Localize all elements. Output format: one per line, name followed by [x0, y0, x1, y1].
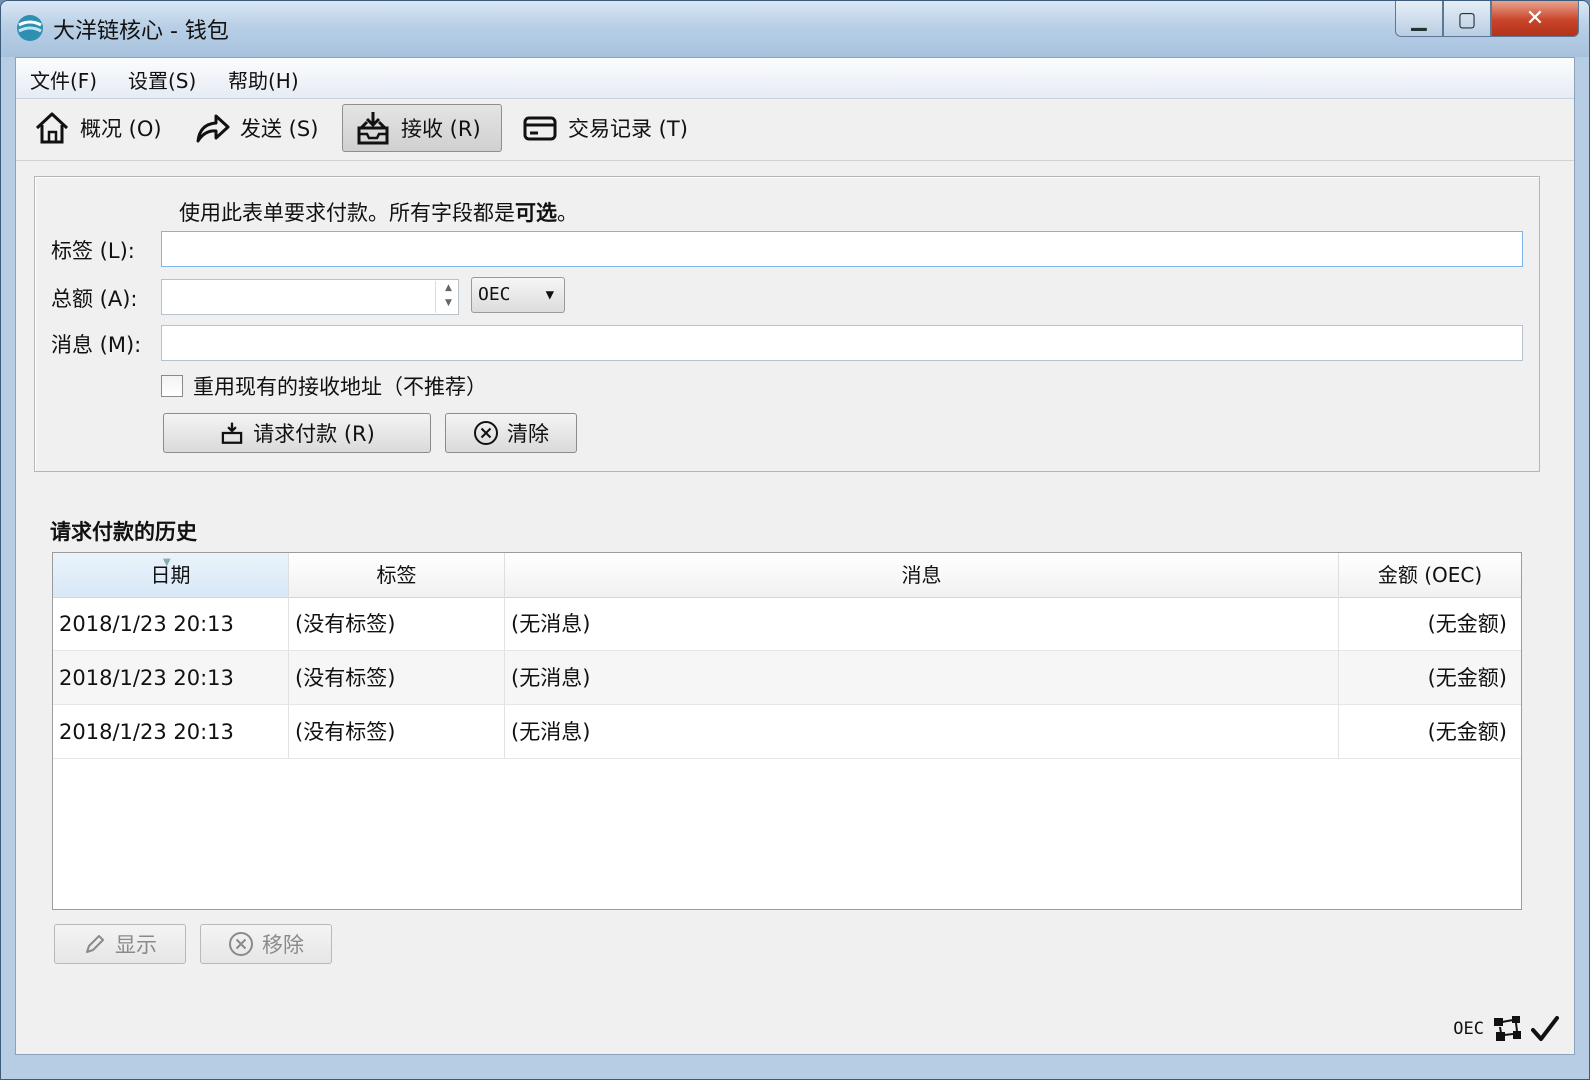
table-row[interactable]: 2018/1/23 20:13 (没有标签) (无消息) (无金额): [53, 597, 1521, 651]
column-label[interactable]: 标签: [289, 553, 505, 597]
unit-select-value: OEC: [478, 284, 511, 305]
main-toolbar: 概况 (O) 发送 (S) 接收 (R) 交易记录 (T): [16, 98, 1574, 161]
client-area: 文件(F) 设置(S) 帮助(H) 概况 (O) 发送 (S) 接收 (R) 交…: [15, 57, 1575, 1055]
tab-receive[interactable]: 接收 (R): [342, 104, 502, 152]
network-connections-icon[interactable]: [1492, 1014, 1524, 1044]
show-button[interactable]: 显示: [54, 924, 186, 964]
menu-file[interactable]: 文件(F): [30, 65, 97, 94]
sort-indicator-icon: ▼: [163, 557, 171, 568]
tab-send[interactable]: 发送 (S): [182, 104, 328, 152]
clear-circle-x-icon: [474, 421, 498, 445]
message-input[interactable]: [161, 325, 1523, 361]
maximize-button[interactable]: ▢: [1443, 1, 1491, 37]
status-bar: OEC: [1453, 1014, 1560, 1044]
request-form: 使用此表单要求付款。所有字段都是可选。 标签 (L): 总额 (A): ▲ ▼ …: [34, 176, 1540, 472]
history-title: 请求付款的历史: [50, 520, 197, 544]
amount-input[interactable]: [161, 279, 459, 315]
window-title: 大洋链核心 - 钱包: [53, 19, 229, 44]
cell-date: 2018/1/23 20:13: [53, 705, 289, 759]
tab-receive-label: 接收 (R): [401, 117, 481, 141]
cell-amount: (无金额): [1427, 720, 1507, 744]
request-payment-button[interactable]: 请求付款 (R): [163, 413, 431, 453]
message-field-label: 消息 (M):: [51, 333, 142, 357]
cell-amount: (无金额): [1427, 612, 1507, 636]
cell-date: 2018/1/23 20:13: [53, 597, 289, 651]
menu-bar: 文件(F) 设置(S) 帮助(H): [16, 58, 1574, 99]
label-input[interactable]: [161, 231, 1523, 267]
label-field-label: 标签 (L):: [51, 239, 135, 263]
synced-check-icon[interactable]: [1530, 1014, 1560, 1044]
cell-label: (没有标签): [289, 705, 505, 759]
home-icon: [35, 112, 69, 144]
minimize-icon: ▁: [1411, 6, 1427, 31]
amount-field-label: 总额 (A):: [51, 287, 138, 311]
remove-button[interactable]: 移除: [200, 924, 332, 964]
send-arrow-icon: [196, 114, 230, 143]
title-bar[interactable]: 大洋链核心 - 钱包 ▁ ▢ ✕: [1, 1, 1589, 57]
reuse-address-label[interactable]: 重用现有的接收地址（不推荐）: [193, 371, 487, 401]
table-header: ▼ 日期 标签 消息 金额 (OEC): [53, 553, 1521, 598]
cell-message: (无消息): [505, 705, 1339, 759]
table-row[interactable]: 2018/1/23 20:13 (没有标签) (无消息) (无金额): [53, 651, 1521, 705]
amount-spinner[interactable]: ▲ ▼: [435, 281, 461, 313]
menu-help[interactable]: 帮助(H): [228, 65, 299, 94]
remove-circle-x-icon: [229, 932, 253, 956]
tab-overview[interactable]: 概况 (O): [22, 104, 172, 152]
spin-up-icon[interactable]: ▲: [436, 281, 461, 296]
clear-label: 清除: [507, 422, 549, 446]
receive-inbox-icon: [221, 422, 243, 444]
show-label: 显示: [115, 933, 157, 957]
transactions-card-icon: [523, 116, 557, 141]
cell-label: (没有标签): [289, 651, 505, 705]
tab-overview-label: 概况 (O): [80, 117, 162, 141]
cell-date: 2018/1/23 20:13: [53, 651, 289, 705]
clear-button[interactable]: 清除: [445, 413, 577, 453]
close-button[interactable]: ✕: [1491, 1, 1579, 37]
unit-select[interactable]: OEC ▼: [471, 277, 565, 313]
cell-label: (没有标签): [289, 597, 505, 651]
history-table: ▼ 日期 标签 消息 金额 (OEC) 2018/1/23 20:13 (没有标…: [52, 552, 1522, 910]
spin-down-icon[interactable]: ▼: [436, 296, 461, 311]
tab-transactions-label: 交易记录 (T): [568, 117, 688, 141]
cell-amount: (无金额): [1427, 666, 1507, 690]
app-window: 大洋链核心 - 钱包 ▁ ▢ ✕ 文件(F) 设置(S) 帮助(H) 概况 (O…: [0, 0, 1590, 1080]
tab-transactions[interactable]: 交易记录 (T): [510, 104, 698, 152]
cell-message: (无消息): [505, 597, 1339, 651]
tab-send-label: 发送 (S): [240, 117, 319, 141]
receive-inbox-icon: [357, 112, 389, 145]
table-row[interactable]: 2018/1/23 20:13 (没有标签) (无消息) (无金额): [53, 705, 1521, 759]
maximize-icon: ▢: [1457, 6, 1477, 31]
remove-label: 移除: [262, 933, 304, 957]
column-amount[interactable]: 金额 (OEC): [1339, 553, 1521, 597]
form-instruction: 使用此表单要求付款。所有字段都是可选。: [179, 201, 578, 225]
request-payment-label: 请求付款 (R): [253, 422, 375, 446]
column-message[interactable]: 消息: [505, 553, 1339, 597]
menu-settings[interactable]: 设置(S): [128, 65, 196, 94]
cell-message: (无消息): [505, 651, 1339, 705]
chevron-down-icon: ▼: [545, 287, 554, 303]
status-unit[interactable]: OEC: [1453, 1019, 1484, 1039]
column-date[interactable]: ▼ 日期: [53, 553, 289, 597]
minimize-button[interactable]: ▁: [1395, 1, 1443, 37]
app-logo-icon: [17, 15, 43, 41]
pencil-icon: [86, 935, 104, 953]
reuse-address-checkbox[interactable]: [161, 375, 183, 397]
close-icon: ✕: [1525, 6, 1545, 31]
